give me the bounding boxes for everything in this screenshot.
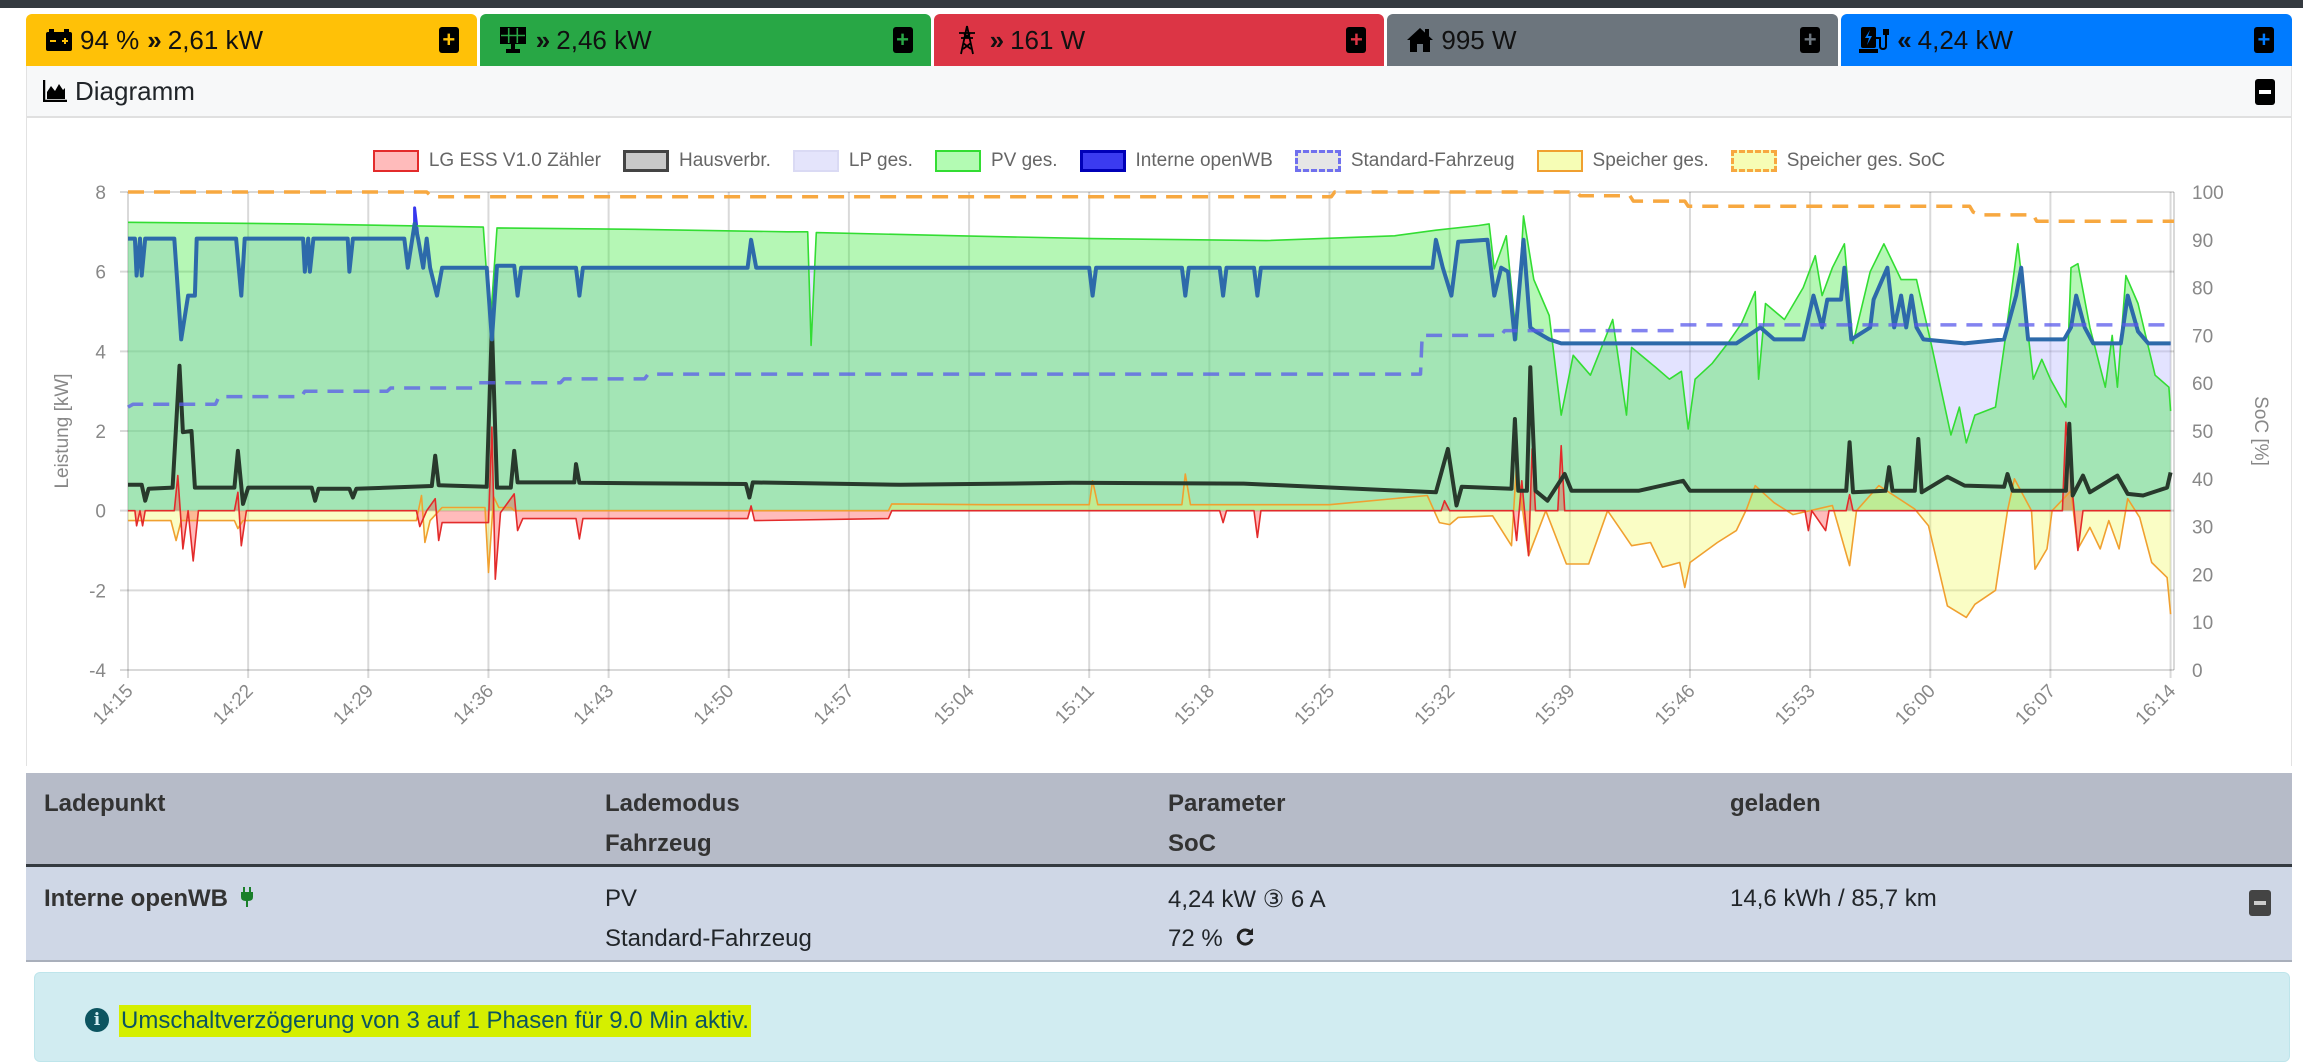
charge-parameter: 4,24 kW ③ 6 A	[1168, 886, 1326, 913]
header-lademodus: Lademodus	[605, 790, 740, 817]
x-tick-label: 15:11	[1051, 681, 1098, 728]
vehicle-name[interactable]: Standard-Fahrzeug	[605, 925, 812, 953]
y-tick-label: -2	[89, 581, 106, 602]
y-tick-label: 6	[95, 263, 106, 284]
y2-tick-label: 10	[2192, 613, 2213, 634]
y2-axis-title: SoC [%]	[2250, 396, 2271, 466]
x-tick-label: 15:53	[1771, 681, 1819, 729]
y2-tick-label: 100	[2192, 183, 2224, 204]
x-tick-label: 15:32	[1411, 681, 1459, 729]
x-tick-label: 16:14	[2132, 680, 2181, 729]
x-tick-label: 16:07	[2011, 681, 2059, 729]
header-geladen: geladen	[1730, 790, 1821, 817]
y2-tick-label: 90	[2192, 231, 2213, 252]
x-tick-label: 14:29	[329, 681, 377, 729]
soc-value: 72 %	[1168, 925, 1223, 952]
chargepoint-label: Interne openWB	[44, 885, 228, 912]
y2-tick-label: 80	[2192, 279, 2213, 300]
x-tick-label: 14:43	[570, 681, 618, 729]
table-row[interactable]: Interne openWB PV Standard-Fahrzeug 4,24…	[26, 867, 2292, 962]
x-tick-label: 16:00	[1891, 681, 1939, 729]
y-tick-label: 4	[95, 342, 106, 363]
y-tick-label: -4	[89, 661, 106, 682]
y2-tick-label: 40	[2192, 470, 2213, 491]
x-tick-label: 14:57	[810, 681, 858, 729]
plug-icon	[240, 886, 253, 914]
x-tick-label: 14:15	[89, 681, 137, 729]
x-tick-label: 15:04	[930, 680, 979, 729]
table-header: Ladepunkt Lademodus Fahrzeug Parameter S…	[26, 773, 2292, 867]
chargepoint-name: Interne openWB	[44, 885, 253, 914]
x-tick-label: 14:22	[209, 681, 257, 729]
x-tick-label: 15:39	[1531, 681, 1579, 729]
x-tick-label: 15:25	[1291, 681, 1339, 729]
header-ladepunkt: Ladepunkt	[44, 790, 166, 817]
x-tick-label: 15:18	[1170, 681, 1218, 729]
collapse-minus-icon[interactable]	[2249, 890, 2271, 916]
header-parameter: Parameter	[1168, 790, 1286, 817]
y2-tick-label: 0	[2192, 661, 2203, 682]
y2-tick-label: 70	[2192, 326, 2213, 347]
x-tick-label: 14:50	[690, 681, 738, 729]
info-alert: i Umschaltverzögerung von 3 auf 1 Phasen…	[34, 972, 2290, 1062]
y-tick-label: 2	[95, 422, 106, 443]
y2-tick-label: 20	[2192, 565, 2213, 586]
y-tick-label: 0	[95, 502, 106, 523]
info-circle-icon: i	[85, 1008, 109, 1032]
y2-tick-label: 30	[2192, 518, 2213, 539]
y-tick-label: 8	[95, 183, 106, 204]
charged-energy: 14,6 kWh / 85,7 km	[1730, 885, 1937, 912]
alert-message: Umschaltverzögerung von 3 auf 1 Phasen f…	[119, 1005, 751, 1037]
series-line-speicher-ges-soc	[128, 190, 2174, 223]
vehicle-soc: 72 %	[1168, 925, 1255, 954]
header-fahrzeug: Fahrzeug	[605, 830, 712, 857]
refresh-icon[interactable]	[1235, 926, 1255, 954]
y2-tick-label: 60	[2192, 374, 2213, 395]
charge-mode[interactable]: PV	[605, 885, 637, 913]
x-tick-label: 14:36	[450, 681, 498, 729]
y-axis-title: Leistung [kW]	[52, 373, 73, 488]
header-soc: SoC	[1168, 830, 1216, 857]
x-tick-label: 15:46	[1651, 681, 1699, 729]
y2-tick-label: 50	[2192, 422, 2213, 443]
